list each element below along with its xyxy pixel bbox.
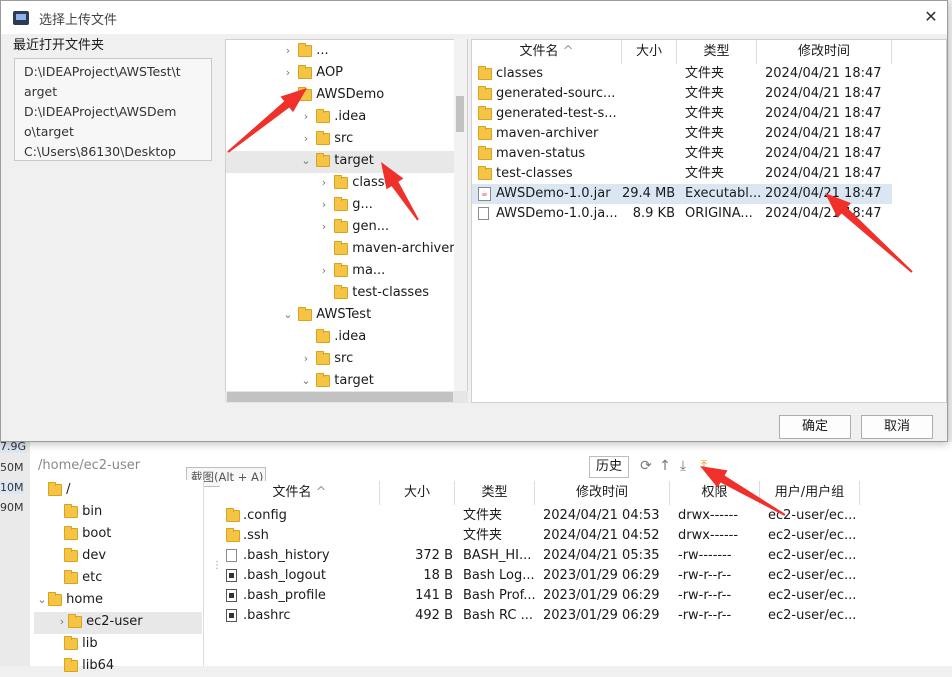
red-arrow-annotation [227,88,307,153]
red-arrow-annotation [700,466,786,516]
red-arrow-annotation [825,193,913,273]
red-arrow-annotation [381,162,419,221]
annotation-arrows [227,88,913,516]
